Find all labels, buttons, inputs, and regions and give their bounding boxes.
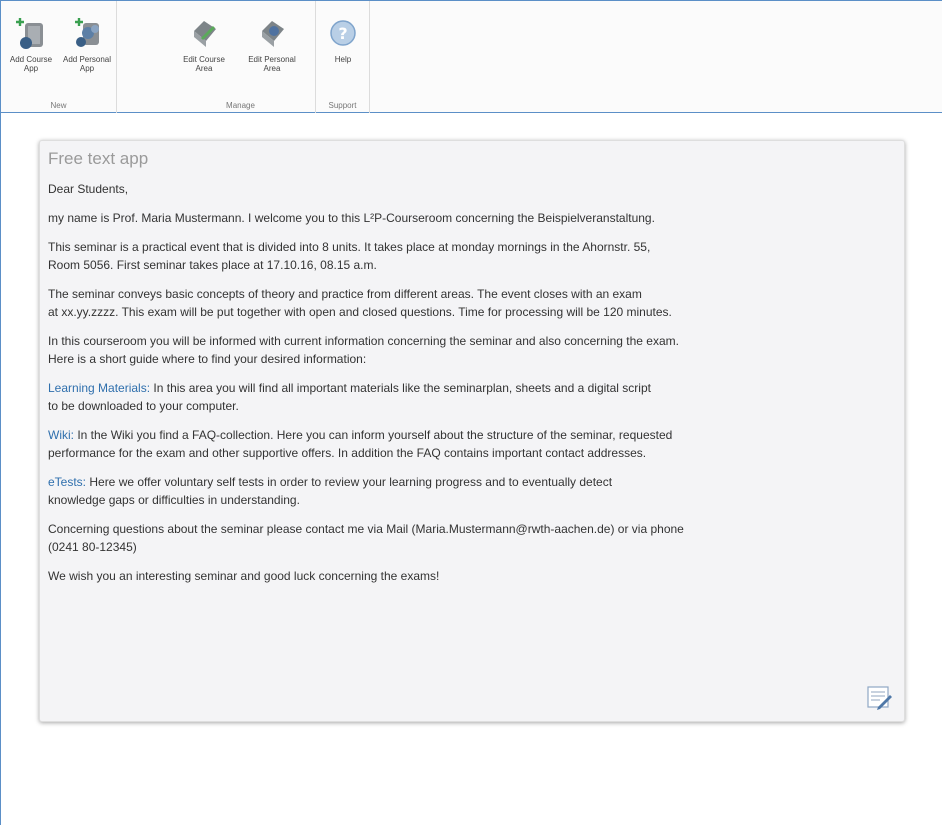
help-button[interactable]: ? Help: [316, 15, 370, 95]
svg-text:?: ?: [338, 24, 347, 43]
guide-paragraph: In this courseroom you will be informed …: [48, 332, 898, 368]
edit-personal-area-button[interactable]: Edit Personal Area: [244, 15, 300, 95]
greeting: Dear Students,: [48, 182, 129, 196]
seminar-info-line-1: This seminar is a practical event that i…: [48, 240, 651, 254]
etests-link[interactable]: eTests:: [48, 475, 86, 489]
ribbon-group-label-support: Support: [328, 101, 357, 110]
learning-materials-line-1: Learning Materials: In this area you wil…: [48, 379, 898, 397]
wiki-text-1: In the Wiki you find a FAQ-collection. H…: [74, 428, 673, 442]
learning-materials-text-1: In this area you will find all important…: [150, 381, 651, 395]
free-text-app-panel: Free text app Dear Students, my name is …: [39, 140, 905, 722]
add-personal-app-label: Add Personal App: [62, 55, 112, 73]
seminar-info-paragraph: This seminar is a practical event that i…: [48, 238, 898, 274]
ribbon-group-new: Add Course App Add Personal App New: [1, 1, 117, 113]
add-personal-app-icon: [75, 18, 99, 47]
etests-text-1: Here we offer voluntary self tests in or…: [86, 475, 613, 489]
wiki-line-1: Wiki: In the Wiki you find a FAQ-collect…: [48, 426, 898, 444]
learning-materials-paragraph: Learning Materials: In this area you wil…: [48, 379, 898, 415]
learning-materials-line-2: to be downloaded to your computer.: [48, 399, 239, 413]
closing-line: We wish you an interesting seminar and g…: [48, 569, 440, 583]
intro-line: my name is Prof. Maria Mustermann. I wel…: [48, 211, 655, 225]
edit-note-icon: [867, 686, 892, 710]
guide-line-1: In this courseroom you will be informed …: [48, 334, 679, 348]
edit-personal-area-icon: [262, 21, 284, 47]
add-course-app-label: Add Course App: [9, 55, 53, 73]
add-course-app-button[interactable]: Add Course App: [3, 15, 59, 95]
seminar-info-line-2: Room 5056. First seminar takes place at …: [48, 258, 377, 272]
guide-line-2: Here is a short guide where to find your…: [48, 352, 367, 366]
etests-line-1: eTests: Here we offer voluntary self tes…: [48, 473, 898, 491]
edit-course-area-label: Edit Course Area: [183, 55, 225, 73]
exam-info-line-1: The seminar conveys basic concepts of th…: [48, 287, 642, 301]
edit-course-area-icon: [194, 21, 216, 47]
edit-personal-area-label: Edit Personal Area: [248, 55, 296, 73]
wiki-link[interactable]: Wiki:: [48, 428, 74, 442]
panel-title: Free text app: [48, 149, 149, 168]
app-frame: Add Course App Add Personal App New Edit…: [0, 0, 942, 825]
learning-materials-link[interactable]: Learning Materials:: [48, 381, 150, 395]
greeting-text: Dear Students,: [48, 180, 898, 198]
ribbon-group-manage: Edit Course Area Edit Personal Area Mana…: [166, 1, 316, 113]
add-course-app-icon: [16, 18, 43, 49]
etests-paragraph: eTests: Here we offer voluntary self tes…: [48, 473, 898, 509]
intro-paragraph: my name is Prof. Maria Mustermann. I wel…: [48, 209, 898, 227]
ribbon-toolbar: Add Course App Add Personal App New Edit…: [1, 0, 942, 113]
etests-line-2: knowledge gaps or difficulties in unders…: [48, 493, 300, 507]
edit-app-button[interactable]: [866, 685, 894, 711]
ribbon-group-label-manage: Manage: [226, 101, 255, 110]
wiki-paragraph: Wiki: In the Wiki you find a FAQ-collect…: [48, 426, 898, 462]
closing-paragraph: We wish you an interesting seminar and g…: [48, 567, 898, 585]
exam-info-line-2: at xx.yy.zzzz. This exam will be put tog…: [48, 305, 672, 319]
edit-course-area-button[interactable]: Edit Course Area: [176, 15, 232, 95]
ribbon-group-support: ? Help Support: [316, 1, 370, 113]
ribbon-group-label-new: New: [50, 101, 67, 110]
help-label: Help: [334, 55, 352, 64]
exam-info-paragraph: The seminar conveys basic concepts of th…: [48, 285, 898, 321]
contact-paragraph: Concerning questions about the seminar p…: [48, 520, 898, 556]
wiki-line-2: performance for the exam and other suppo…: [48, 446, 647, 460]
panel-content: Dear Students, my name is Prof. Maria Mu…: [48, 180, 898, 596]
contact-line-2: (0241 80-12345): [48, 540, 137, 554]
help-icon: ?: [330, 20, 356, 46]
contact-line-1: Concerning questions about the seminar p…: [48, 522, 684, 536]
add-personal-app-button[interactable]: Add Personal App: [59, 15, 115, 95]
